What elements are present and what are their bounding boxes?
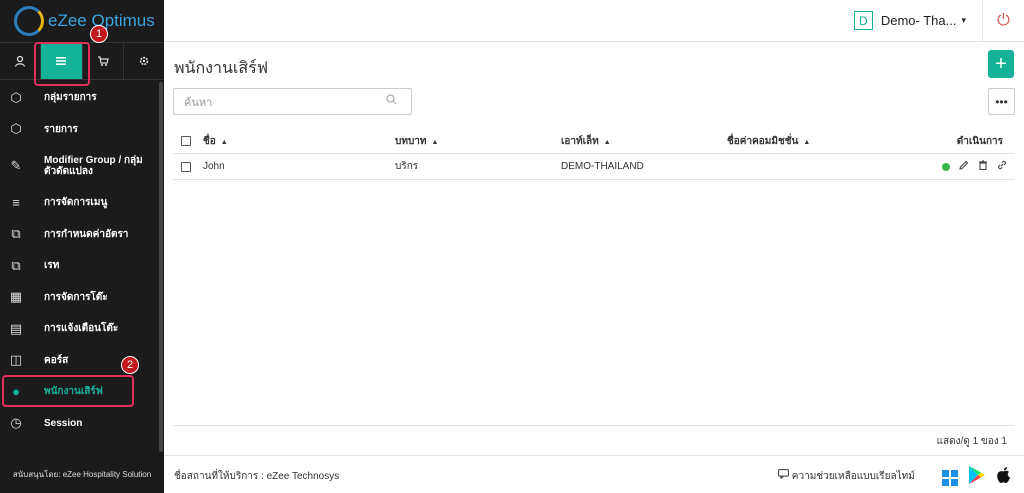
sidebar-item-label: เรท — [44, 260, 60, 272]
sidebar-item-rate-config[interactable]: ⧉ การกำหนดค่าอัตรา — [0, 219, 164, 251]
apple-icon[interactable] — [996, 466, 1012, 489]
table-footer: แสดง/ดู 1 ของ 1 — [173, 425, 1015, 447]
sort-icon: ▲ — [603, 138, 611, 146]
highlight-box-waiters — [2, 375, 134, 407]
page-footer: ชื่อสถานที่ให้บริการ : eZee Technosys คว… — [164, 455, 1024, 493]
edit-icon: ✎ — [10, 158, 22, 173]
sidebar-item-items[interactable]: ⬡ รายการ — [0, 114, 164, 146]
row-checkbox[interactable] — [181, 161, 191, 172]
sidebar-item-label: รายการ — [44, 123, 78, 135]
sidebar-item-session[interactable]: ◷ Session — [0, 408, 164, 440]
list-icon: ≡ — [12, 195, 20, 211]
realtime-help-link[interactable]: ความช่วยเหลือแบบเรียลไทม์ — [778, 469, 915, 484]
search-icon — [386, 94, 397, 108]
message-icon: ▤ — [9, 320, 23, 336]
waiters-table: ชื่อ ▲ บทบาท ▲ เอาท์เล็ท ▲ ชื่อค่าคอมมิชชั่… — [173, 129, 1015, 180]
timer-icon: ◷ — [10, 415, 22, 431]
outlet-selector[interactable]: D Demo- Tha... ▾ — [853, 11, 966, 30]
column-actions: ดำเนินการ — [956, 135, 1003, 147]
sidebar-item-item-groups[interactable]: ⬡ กลุ่มรายการ — [0, 82, 164, 114]
box-icon: ⬡ — [10, 121, 22, 137]
table-row: John บริกร DEMO-THAILAND — [173, 154, 1015, 180]
help-label: ความช่วยเหลือแบบเรียลไทม์ — [791, 471, 915, 482]
delete-icon[interactable] — [978, 160, 988, 173]
pagination-info: แสดง/ดู 1 ของ 1 — [936, 436, 1007, 447]
sidebar-item-rates[interactable]: ⧉ เรท — [0, 250, 164, 282]
sort-icon: ▲ — [803, 138, 811, 146]
power-icon[interactable]: ⏻ — [982, 0, 1024, 42]
chat-icon — [778, 469, 792, 482]
sidebar-item-label: คอร์ส — [44, 354, 69, 366]
copy-icon: ⧉ — [11, 257, 21, 273]
book-icon: ◫ — [9, 352, 23, 368]
table-header: ชื่อ ▲ บทบาท ▲ เอาท์เล็ท ▲ ชื่อค่าคอมมิชชั่… — [173, 129, 1015, 154]
column-commission[interactable]: ชื่อค่าคอมมิชชั่น ▲ — [727, 134, 927, 149]
column-role[interactable]: บทบาท ▲ — [395, 134, 561, 149]
main-content: พนักงานเสิร์ฟ + ค้นหา ••• ชื่อ ▲ บทบาท ▲ เ… — [164, 42, 1024, 455]
app-store-links — [942, 465, 1012, 490]
sidebar-item-menu-management[interactable]: ≡ การจัดการเมนู — [0, 187, 164, 219]
logo-icon — [14, 6, 44, 36]
column-outlet[interactable]: เอาท์เล็ท ▲ — [561, 134, 727, 149]
sidebar-item-label: การกำหนดค่าอัตรา — [44, 228, 129, 240]
google-play-icon[interactable] — [968, 465, 986, 490]
edit-icon[interactable] — [959, 160, 969, 173]
grid-icon: ▦ — [9, 289, 23, 305]
sidebar-item-label: Session — [44, 417, 83, 429]
row-actions — [927, 160, 1015, 173]
windows-icon[interactable] — [942, 469, 958, 486]
status-dot-icon[interactable] — [942, 162, 950, 171]
sort-icon: ▲ — [220, 138, 228, 146]
cell-role: บริกร — [395, 161, 419, 172]
top-header: D Demo- Tha... ▾ ⏻ — [164, 0, 1024, 42]
sidebar-item-modifier-group[interactable]: ✎ Modifier Group / กลุ่มตัวดัดแปลง — [0, 145, 164, 187]
logo[interactable]: eZee Optimus — [0, 0, 164, 42]
column-name[interactable]: ชื่อ ▲ — [203, 134, 395, 149]
outlet-name: Demo- Tha... — [880, 13, 957, 28]
sidebar-item-courses[interactable]: ◫ คอร์ส — [0, 345, 164, 377]
annotation-badge-1: 1 — [90, 25, 108, 43]
provider-name: ชื่อสถานที่ให้บริการ : eZee Technosys — [174, 471, 340, 482]
outlet-badge: D — [853, 11, 873, 30]
sidebar-item-label: การจัดการโต๊ะ — [44, 291, 108, 303]
sidebar-item-table-management[interactable]: ▦ การจัดการโต๊ะ — [0, 282, 164, 314]
select-all-checkbox[interactable] — [181, 136, 191, 146]
gear-icon[interactable] — [124, 43, 164, 79]
search-input[interactable]: ค้นหา — [173, 88, 412, 115]
sidebar-item-table-alerts[interactable]: ▤ การแจ้งเตือนโต๊ะ — [0, 313, 164, 345]
copy-icon: ⧉ — [11, 226, 21, 242]
box-icon: ⬡ — [10, 89, 22, 105]
more-options-button[interactable]: ••• — [988, 88, 1015, 115]
sidebar-footer: สนับสนุนโดย: eZee Hospitality Solution — [12, 469, 152, 479]
highlight-box-menu — [34, 42, 90, 86]
page-title: พนักงานเสิร์ฟ — [174, 60, 269, 77]
sidebar-scrollbar[interactable] — [159, 82, 163, 452]
link-icon[interactable] — [997, 160, 1007, 173]
search-placeholder: ค้นหา — [184, 96, 213, 109]
chevron-down-icon: ▾ — [961, 15, 966, 25]
cell-outlet: DEMO-THAILAND — [561, 161, 644, 172]
cell-name: John — [203, 161, 225, 172]
sidebar-item-label: Modifier Group / กลุ่มตัวดัดแปลง — [44, 155, 143, 177]
sort-icon: ▲ — [431, 138, 439, 146]
add-button[interactable]: + — [988, 50, 1014, 78]
annotation-badge-2: 2 — [121, 356, 139, 374]
sidebar-item-label: การแจ้งเตือนโต๊ะ — [44, 323, 119, 335]
sidebar-item-label: การจัดการเมนู — [44, 197, 108, 209]
sidebar-item-label: กลุ่มรายการ — [44, 92, 97, 104]
